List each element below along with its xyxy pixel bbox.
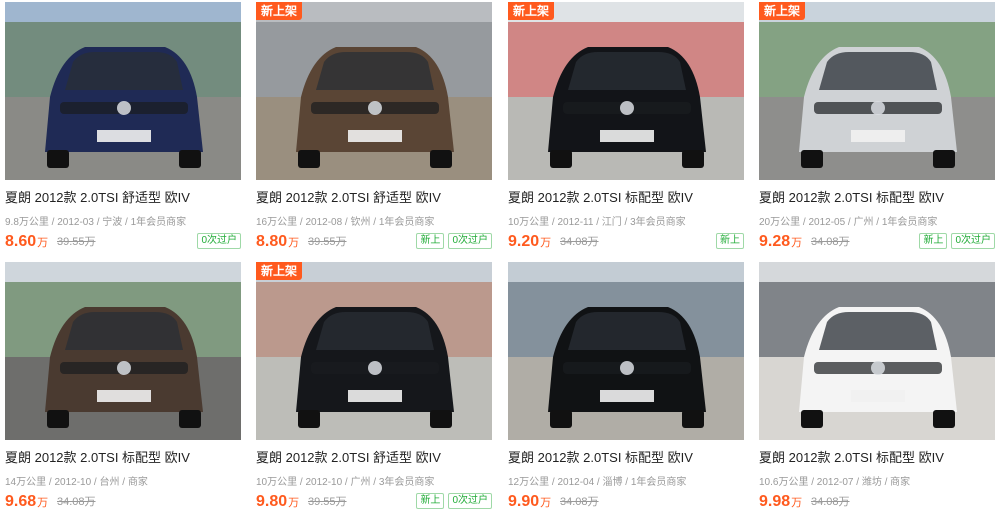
listing-title[interactable]: 夏朗 2012款 2.0TSI 舒适型 欧IV [256,187,492,206]
listing-meta: 14万公里 / 2012-10 / 台州 / 商家 [5,477,148,488]
listing-price: 9.90万 [508,493,551,511]
listing-price: 8.80万 [256,233,299,251]
listing-tag: 新上 [919,233,948,249]
price-row: 9.68万 34.08万 [5,491,241,513]
original-price: 34.08万 [57,496,96,508]
price-unit: 万 [791,497,803,509]
car-photo[interactable] [759,262,995,440]
listing-card[interactable]: 夏朗 2012款 2.0TSI 标配型 欧IV 12万公里 / 2012-04 /… [508,262,744,513]
listing-meta: 10万公里 / 2012-11 / 江门 / 3年会员商家 [508,217,686,228]
new-listing-badge: 新上架 [256,262,303,280]
listing-price: 9.80万 [256,493,299,511]
price-unit: 万 [791,237,803,249]
original-price: 34.08万 [560,496,599,508]
car-photo[interactable]: 新上架 [508,2,744,180]
listing-tag: 0次过户 [197,233,241,249]
price-value: 8.60 [5,233,37,250]
car-photo[interactable]: 新上架 [256,2,492,180]
car-image-icon [508,2,744,180]
original-price: 34.08万 [811,496,850,508]
listing-grid: 夏朗 2012款 2.0TSI 舒适型 欧IV 9.8万公里 / 2012-03 … [0,0,1000,513]
listing-tags: 新上 0次过户 [416,493,492,509]
listing-title[interactable]: 夏朗 2012款 2.0TSI 标配型 欧IV [508,187,744,206]
listing-tags: 0次过户 [197,233,241,249]
price-value: 8.80 [256,233,288,250]
price-value: 9.90 [508,493,540,510]
listing-price: 8.60万 [5,233,48,251]
price-row: 9.98万 34.08万 [759,491,995,513]
listing-price: 9.28万 [759,233,802,251]
listing-card[interactable]: 新上架夏朗 2012款 2.0TSI 标配型 欧IV 10万公里 / 2012-1… [508,2,744,258]
listing-title[interactable]: 夏朗 2012款 2.0TSI 标配型 欧IV [508,447,744,466]
listing-title[interactable]: 夏朗 2012款 2.0TSI 舒适型 欧IV [5,187,241,206]
price-unit: 万 [540,497,552,509]
car-image-icon [759,262,995,440]
price-row: 9.90万 34.08万 [508,491,744,513]
listing-meta: 16万公里 / 2012-08 / 钦州 / 1年会员商家 [256,217,435,228]
listing-card[interactable]: 夏朗 2012款 2.0TSI 标配型 欧IV 14万公里 / 2012-10 /… [5,262,241,513]
listing-price: 9.68万 [5,493,48,511]
price-value: 9.20 [508,233,540,250]
price-unit: 万 [288,237,300,249]
car-image-icon [5,262,241,440]
car-image-icon [508,262,744,440]
car-photo[interactable] [5,2,241,180]
car-image-icon [256,2,492,180]
price-value: 9.28 [759,233,791,250]
car-photo[interactable] [508,262,744,440]
price-unit: 万 [37,497,49,509]
listing-tags: 新上 0次过户 [919,233,995,249]
new-listing-badge: 新上架 [508,2,555,20]
listing-card[interactable]: 新上架夏朗 2012款 2.0TSI 舒适型 欧IV 16万公里 / 2012-0… [256,2,492,258]
car-image-icon [5,2,241,180]
listing-card[interactable]: 新上架夏朗 2012款 2.0TSI 舒适型 欧IV 10万公里 / 2012-1… [256,262,492,513]
price-unit: 万 [288,497,300,509]
price-row: 8.60万 39.55万 0次过户 [5,231,241,253]
listing-tag: 0次过户 [951,233,995,249]
price-unit: 万 [37,237,49,249]
original-price: 39.55万 [57,236,96,248]
listing-meta: 10.6万公里 / 2012-07 / 潍坊 / 商家 [759,477,911,488]
new-listing-badge: 新上架 [759,2,806,20]
car-photo[interactable] [5,262,241,440]
listing-title[interactable]: 夏朗 2012款 2.0TSI 舒适型 欧IV [256,447,492,466]
car-image-icon [759,2,995,180]
original-price: 34.08万 [811,236,850,248]
price-row: 8.80万 39.55万 新上 0次过户 [256,231,492,253]
original-price: 39.55万 [308,236,347,248]
listing-tag: 0次过户 [448,233,492,249]
listing-card[interactable]: 夏朗 2012款 2.0TSI 标配型 欧IV 10.6万公里 / 2012-07… [759,262,995,513]
listing-title[interactable]: 夏朗 2012款 2.0TSI 标配型 欧IV [759,447,995,466]
price-unit: 万 [540,237,552,249]
new-listing-badge: 新上架 [256,2,303,20]
original-price: 34.08万 [560,236,599,248]
listing-tags: 新上 [716,233,744,249]
price-row: 9.20万 34.08万 新上 [508,231,744,253]
price-value: 9.98 [759,493,791,510]
listing-tag: 新上 [416,233,445,249]
listing-meta: 20万公里 / 2012-05 / 广州 / 1年会员商家 [759,217,938,228]
listing-tag: 0次过户 [448,493,492,509]
listing-title[interactable]: 夏朗 2012款 2.0TSI 标配型 欧IV [5,447,241,466]
price-value: 9.80 [256,493,288,510]
listing-card[interactable]: 新上架夏朗 2012款 2.0TSI 标配型 欧IV 20万公里 / 2012-0… [759,2,995,258]
price-row: 9.80万 39.55万 新上 0次过户 [256,491,492,513]
listing-price: 9.98万 [759,493,802,511]
price-value: 9.68 [5,493,37,510]
car-photo[interactable]: 新上架 [256,262,492,440]
car-photo[interactable]: 新上架 [759,2,995,180]
listing-meta: 9.8万公里 / 2012-03 / 宁波 / 1年会员商家 [5,217,187,228]
listing-price: 9.20万 [508,233,551,251]
listing-tag: 新上 [716,233,744,249]
listing-tag: 新上 [416,493,445,509]
listing-meta: 12万公里 / 2012-04 / 淄博 / 1年会员商家 [508,477,687,488]
listing-card[interactable]: 夏朗 2012款 2.0TSI 舒适型 欧IV 9.8万公里 / 2012-03 … [5,2,241,258]
listing-meta: 10万公里 / 2012-10 / 广州 / 3年会员商家 [256,477,435,488]
car-image-icon [256,262,492,440]
listing-tags: 新上 0次过户 [416,233,492,249]
original-price: 39.55万 [308,496,347,508]
price-row: 9.28万 34.08万 新上 0次过户 [759,231,995,253]
listing-title[interactable]: 夏朗 2012款 2.0TSI 标配型 欧IV [759,187,995,206]
